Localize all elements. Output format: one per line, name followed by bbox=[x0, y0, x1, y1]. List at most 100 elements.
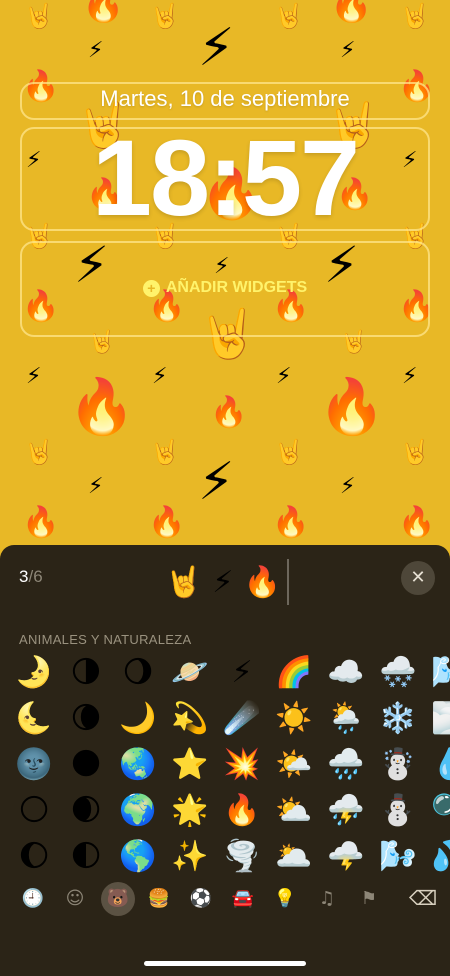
text-cursor bbox=[287, 559, 289, 605]
emoji-key[interactable]: ☁️ bbox=[326, 653, 366, 693]
emoji-key[interactable]: 🌘 bbox=[66, 699, 106, 739]
emoji-key[interactable]: 💧 bbox=[430, 745, 450, 785]
emoji-key[interactable]: 🌗 bbox=[66, 653, 106, 693]
wallpaper-horns-emoji: 🤘 bbox=[400, 438, 430, 466]
lockscreen-date: Martes, 10 de septiembre bbox=[100, 86, 350, 111]
wallpaper-horns-emoji: 🤘 bbox=[24, 438, 54, 466]
emoji-row: 🌕 🌒 🌍 🌟 🔥 ⛅ ⛈️ ⛄ 🫧 bbox=[14, 791, 450, 837]
emoji-key[interactable]: 🌙 bbox=[118, 699, 158, 739]
wallpaper-horns-emoji: 🤘 bbox=[150, 438, 180, 466]
close-icon: ✕ bbox=[410, 567, 426, 588]
wallpaper-fire-emoji: 🔥 bbox=[330, 0, 373, 25]
wallpaper-bolt-emoji: ⚡ bbox=[340, 474, 356, 499]
emoji-key[interactable]: 🫧 bbox=[430, 791, 450, 831]
emoji-key[interactable]: 🌈 bbox=[274, 653, 314, 693]
emoji-key[interactable]: 🌩️ bbox=[326, 837, 366, 877]
wallpaper-fire-emoji: 🔥 bbox=[148, 505, 186, 540]
emoji-key[interactable]: 💥 bbox=[222, 745, 262, 785]
emoji-key[interactable]: 🌖 bbox=[118, 653, 158, 693]
emoji-key[interactable]: 🌧️ bbox=[326, 745, 366, 785]
wallpaper-horns-emoji: 🤘 bbox=[24, 2, 54, 30]
wallpaper-bolt-emoji: ⚡ bbox=[198, 452, 235, 512]
emoji-key[interactable]: 🌬️ bbox=[430, 653, 450, 693]
selected-emoji[interactable]: 🤘 bbox=[165, 565, 202, 600]
wallpaper-bolt-emoji: ⚡ bbox=[198, 18, 235, 78]
emoji-key[interactable]: ☄️ bbox=[222, 699, 262, 739]
wallpaper-fire-emoji: 🔥 bbox=[318, 375, 386, 438]
selected-emoji[interactable]: ⚡ bbox=[212, 565, 233, 600]
emoji-key[interactable]: 💫 bbox=[170, 699, 210, 739]
animals-nature-icon[interactable]: 🐻 bbox=[101, 882, 135, 916]
emoji-key[interactable]: 🌦️ bbox=[326, 699, 366, 739]
emoji-row: 🌚 🌑 🌏 ⭐ 💥 🌤️ 🌧️ ☃️ 💧 bbox=[14, 745, 450, 791]
wallpaper-horns-emoji: 🤘 bbox=[274, 438, 304, 466]
wallpaper-fire-emoji: 🔥 bbox=[22, 505, 60, 540]
add-widgets-button[interactable]: + AÑADIR WIDGETS bbox=[0, 279, 450, 297]
emoji-key[interactable]: 🌟 bbox=[170, 791, 210, 831]
selected-emoji[interactable]: 🔥 bbox=[243, 565, 280, 600]
category-tabbar: 🕘 ☺ 🐻 🍔 ⚽ 🚘 💡 ♫ ⚑ bbox=[0, 882, 450, 919]
emoji-key[interactable]: 🌬️ bbox=[378, 837, 418, 877]
emoji-key[interactable]: ⭐ bbox=[170, 745, 210, 785]
wallpaper-fire-emoji: 🔥 bbox=[82, 0, 125, 25]
emoji-key[interactable]: 🌤️ bbox=[274, 745, 314, 785]
emoji-key[interactable]: 🌥️ bbox=[274, 837, 314, 877]
emoji-key[interactable]: ⛄ bbox=[378, 791, 418, 831]
emoji-key[interactable]: 🌜 bbox=[14, 699, 54, 739]
wallpaper-bolt-emoji: ⚡ bbox=[276, 364, 292, 389]
emoji-key[interactable]: ⛅ bbox=[274, 791, 314, 831]
counter-total: /6 bbox=[28, 567, 43, 586]
symbols-icon[interactable]: ♫ bbox=[311, 883, 343, 915]
emoji-picker-sheet: 3/6 🤘 ⚡ 🔥 ✕ ANIMALES Y NATURALEZA 🌛 🌗 🌖 🪐 ⚡ 🌈… bbox=[0, 545, 450, 976]
wallpaper-bolt-emoji: ⚡ bbox=[152, 364, 168, 389]
selection-counter: 3/6 bbox=[19, 567, 43, 587]
emoji-row: 🌔 🌓 🌎 ✨ 🌪️ 🌥️ 🌩️ 🌬️ 💦 bbox=[14, 837, 450, 883]
emoji-row: 🌜 🌘 🌙 💫 ☄️ ☀️ 🌦️ ❄️ 🌫️ bbox=[14, 699, 450, 745]
emoji-key[interactable]: 🌍 bbox=[118, 791, 158, 831]
emoji-key[interactable]: 🌨️ bbox=[378, 653, 418, 693]
close-button[interactable]: ✕ bbox=[401, 561, 435, 595]
smileys-icon[interactable]: ☺ bbox=[59, 883, 91, 915]
emoji-key[interactable]: 🌓 bbox=[66, 837, 106, 877]
wallpaper-fire-emoji: 🔥 bbox=[398, 505, 436, 540]
emoji-key[interactable]: ⚡ bbox=[222, 653, 262, 693]
emoji-key[interactable]: 🔥 bbox=[222, 791, 262, 831]
wallpaper-fire-emoji: 🔥 bbox=[272, 505, 310, 540]
wallpaper-bolt-emoji: ⚡ bbox=[88, 38, 104, 63]
wallpaper-bolt-emoji: ⚡ bbox=[88, 474, 104, 499]
emoji-key[interactable]: 🌏 bbox=[118, 745, 158, 785]
emoji-key[interactable]: 🌪️ bbox=[222, 837, 262, 877]
emoji-row: 🌛 🌗 🌖 🪐 ⚡ 🌈 ☁️ 🌨️ 🌬️ bbox=[14, 653, 450, 699]
emoji-key[interactable]: 🌫️ bbox=[430, 699, 450, 739]
lockscreen-time: 18:57 bbox=[91, 117, 360, 238]
emoji-key[interactable]: 🌔 bbox=[14, 837, 54, 877]
wallpaper-fire-emoji: 🔥 bbox=[210, 395, 248, 430]
emoji-key[interactable]: 🌚 bbox=[14, 745, 54, 785]
activity-icon[interactable]: ⚽ bbox=[185, 883, 217, 915]
objects-icon[interactable]: 💡 bbox=[269, 883, 301, 915]
selected-emojis[interactable]: 🤘 ⚡ 🔥 bbox=[165, 560, 281, 604]
emoji-key[interactable]: ☀️ bbox=[274, 699, 314, 739]
wallpaper-bolt-emoji: ⚡ bbox=[26, 364, 42, 389]
food-icon[interactable]: 🍔 bbox=[143, 883, 175, 915]
emoji-key[interactable]: 🪐 bbox=[170, 653, 210, 693]
emoji-key[interactable]: ✨ bbox=[170, 837, 210, 877]
emoji-key[interactable]: ❄️ bbox=[378, 699, 418, 739]
emoji-key[interactable]: ☃️ bbox=[378, 745, 418, 785]
delete-backspace-icon[interactable]: ⌫ bbox=[406, 883, 440, 913]
emoji-key[interactable]: 🌑 bbox=[66, 745, 106, 785]
emoji-key[interactable]: 🌒 bbox=[66, 791, 106, 831]
travel-icon[interactable]: 🚘 bbox=[227, 883, 259, 915]
wallpaper-horns-emoji: 🤘 bbox=[150, 2, 180, 30]
emoji-key[interactable]: 🌎 bbox=[118, 837, 158, 877]
emoji-key[interactable]: ⛈️ bbox=[326, 791, 366, 831]
emoji-key[interactable]: 🌕 bbox=[14, 791, 54, 831]
flags-icon[interactable]: ⚑ bbox=[353, 883, 385, 915]
emoji-key[interactable]: 🌛 bbox=[14, 653, 54, 693]
wallpaper-fire-emoji: 🔥 bbox=[68, 375, 136, 438]
recents-icon[interactable]: 🕘 bbox=[17, 883, 49, 915]
home-indicator bbox=[144, 961, 306, 966]
wallpaper-bolt-emoji: ⚡ bbox=[402, 364, 418, 389]
wallpaper-horns-emoji: 🤘 bbox=[274, 2, 304, 30]
emoji-key[interactable]: 💦 bbox=[430, 837, 450, 877]
